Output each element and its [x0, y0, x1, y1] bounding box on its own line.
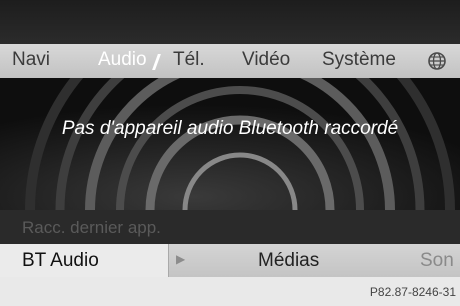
top-bar: [0, 0, 460, 44]
no-device-message: Pas d'appareil audio Bluetooth raccordé: [61, 118, 399, 139]
bluetooth-audio-display: Pas d'appareil audio Bluetooth raccordé: [0, 78, 460, 210]
footer: P82.87-8246-31: [0, 277, 460, 306]
son-button[interactable]: Son: [420, 250, 454, 272]
globe-icon[interactable]: [427, 51, 447, 71]
menu-item-audio[interactable]: Audio: [98, 49, 147, 71]
medias-button[interactable]: Médias: [258, 250, 319, 272]
bt-audio-tab[interactable]: BT Audio: [0, 244, 169, 277]
shortcut-row: Racc. dernier app.: [0, 210, 460, 244]
audio-submenu-indicator: [152, 54, 161, 70]
image-reference: P82.87-8246-31: [369, 285, 456, 299]
last-device-shortcut[interactable]: Racc. dernier app.: [22, 218, 161, 238]
main-menu-bar: Navi Audio Tél. Vidéo Système: [0, 44, 460, 78]
menu-item-video[interactable]: Vidéo: [242, 49, 290, 71]
menu-item-tel[interactable]: Tél.: [173, 49, 205, 71]
bt-audio-label: BT Audio: [22, 250, 99, 271]
menu-item-navi[interactable]: Navi: [12, 49, 50, 71]
play-arrow-icon: ▶: [176, 252, 186, 266]
sound-wave-background: [0, 78, 460, 210]
bottom-function-bar: BT Audio ▶ Médias Son: [0, 244, 460, 277]
menu-item-systeme[interactable]: Système: [322, 49, 396, 71]
